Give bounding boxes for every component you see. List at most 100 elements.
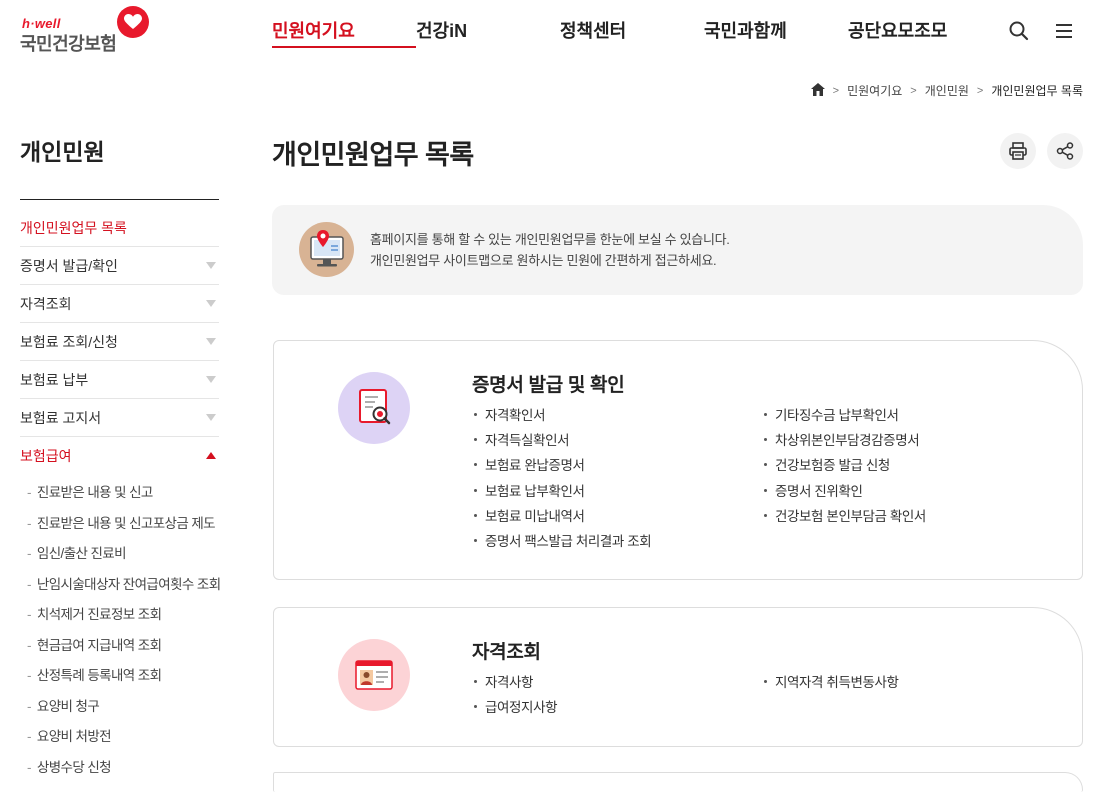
sidebar-nav: 개인민원업무 목록 증명서 발급/확인 자격조회 보험료 조회/신청 보험료 납… [20,209,221,784]
card-link-label: 자격득실확인서 [485,433,570,449]
bullet-dot [474,412,477,416]
card-link[interactable]: 보험료 완납증명서 [472,453,762,478]
sidebar-subitem[interactable]: - 요양비 청구 [20,692,219,723]
dash-bullet: - [27,515,31,531]
breadcrumb-current: 개인민원업무 목록 [991,84,1083,98]
gnb-item-policy-center[interactable]: 정책센터 [560,18,704,48]
card-title: 증명서 발급 및 확인 [472,375,625,396]
sidebar-subitem[interactable]: - 요양비 처방전 [20,722,219,753]
search-icon[interactable] [1008,20,1030,42]
card-link[interactable]: 증명서 진위확인 [762,479,1052,504]
sidebar-subitem-label: 상병수당 신청 [36,759,112,775]
sidebar-item-label: 자격조회 [20,296,72,312]
bullet-dot [474,488,477,492]
gnb-item-about-nhis[interactable]: 공단요모조모 [848,18,968,48]
sidebar-subitem-label: 현금급여 지급내역 조회 [36,637,162,653]
sidebar-subitem[interactable]: - 진료받은 내용 및 신고포상금 제도 [20,509,219,540]
sidebar-item-insurance-benefit[interactable]: 보험급여 [20,437,219,475]
breadcrumb-item[interactable]: 개인민원 [925,82,969,99]
card-link-label: 차상위본인부담경감증명서 [775,433,920,449]
chevron-down-icon [206,338,216,345]
card-link[interactable]: 건강보험 본인부담금 확인서 [762,504,1052,529]
card-link[interactable]: 자격득실확인서 [472,428,762,453]
sidebar-item-premium-inquiry[interactable]: 보험료 조회/신청 [20,323,219,361]
card-link[interactable]: 차상위본인부담경감증명서 [762,428,1052,453]
bullet-dot [474,438,477,442]
document-search-icon [338,372,410,444]
card-link-label: 증명서 진위확인 [775,483,863,499]
print-button[interactable] [1000,133,1036,169]
gnb-item-health-in[interactable]: 건강iN [416,18,560,48]
sidebar-item-premium-notice[interactable]: 보험료 고지서 [20,399,219,437]
sidebar-item-certificate[interactable]: 증명서 발급/확인 [20,247,219,285]
home-icon[interactable] [810,82,825,99]
dash-bullet: - [27,485,31,500]
sidebar-subitem-label: 진료받은 내용 및 신고포상금 제도 [36,515,216,531]
card-link[interactable]: 건강보험증 발급 신청 [762,453,1052,478]
card-link-label: 자격확인서 [485,408,546,423]
card-link[interactable]: 보험료 납부확인서 [472,479,762,504]
sidebar-subitem-label: 산정특례 등록내역 조회 [36,668,162,683]
chevron-down-icon [206,300,216,307]
dash-bullet: - [27,729,31,744]
breadcrumb-item[interactable]: 민원여기요 [847,82,902,99]
id-card-icon [338,639,410,711]
sidebar-subitem[interactable]: - 상병수당 신청 [20,753,219,784]
breadcrumb: > 민원여기요 > 개인민원 > 개인민원업무 목록 [810,82,1083,99]
sidebar-subitem[interactable]: - 치석제거 진료정보 조회 [20,600,219,631]
bullet-dot [474,705,477,709]
sidebar-divider [20,199,219,200]
sidebar-item-premium-payment[interactable]: 보험료 납부 [20,361,219,399]
bullet-dot [474,538,477,542]
card-link[interactable]: 자격확인서 [472,403,762,428]
sidebar-subitem[interactable]: - 진료받은 내용 및 신고 [20,478,219,509]
sidebar-subitem[interactable]: - 난임시술대상자 잔여급여횟수 조회 [20,570,221,601]
dash-bullet: - [27,698,31,714]
category-card-certificate: 증명서 발급 및 확인 자격확인서 자격득실확인서 보험료 완납증명서 보험료 … [273,340,1083,580]
card-link[interactable]: 지역자격 취득변동사항 [762,670,1052,695]
card-link-label: 건강보험증 발급 신청 [775,458,890,474]
card-link[interactable]: 증명서 팩스발급 처리결과 조회 [472,529,762,554]
card-link-label: 급여정지사항 [485,700,558,716]
sidebar-item-civil-service-list[interactable]: 개인민원업무 목록 [20,209,219,247]
sidebar-item-label: 개인민원업무 목록 [20,220,127,236]
bullet-dot [764,463,767,467]
share-icon [1056,142,1074,160]
breadcrumb-separator: > [910,84,917,97]
card-link-column: 지역자격 취득변동사항 [762,670,1052,695]
nhis-logo[interactable]: h·well 국민건강보험 [20,6,160,56]
breadcrumb-separator: > [976,84,984,97]
card-link[interactable]: 자격사항 [472,670,762,695]
sidebar-subitem[interactable]: - 현금급여 지급내역 조회 [20,631,219,662]
chevron-down-icon [206,376,216,383]
logo-name-text: 국민건강보험 [20,34,117,54]
sidebar-subitem[interactable]: - 임신/출산 진료비 [20,539,219,570]
dash-bullet: - [27,607,31,622]
bullet-dot [474,513,477,517]
card-link[interactable]: 급여정지사항 [472,695,762,720]
gnb-item-civil-service[interactable]: 민원여기요 [272,18,416,48]
share-button[interactable] [1047,133,1083,169]
sidebar-item-label: 보험료 납부 [20,372,89,388]
gnb-item-with-citizens[interactable]: 국민과함께 [704,18,848,48]
intro-text: 홈페이지를 통해 할 수 있는 개인민원업무를 한눈에 보실 수 있습니다. 개… [370,229,730,271]
heart-logo-icon [117,6,149,38]
sidebar-item-qualification[interactable]: 자격조회 [20,285,219,323]
bullet-dot [764,438,767,442]
sidebar-title: 개인민원 [20,139,105,165]
sidebar-subitem[interactable]: - 산정특례 등록내역 조회 [20,661,219,692]
card-link-label: 보험료 미납내역서 [485,508,585,524]
monitor-location-icon [299,222,354,277]
sidebar-subitem-label: 요양비 처방전 [36,729,112,744]
dash-bullet: - [27,759,31,775]
chevron-up-icon [206,452,216,459]
hamburger-menu-icon[interactable] [1053,20,1075,42]
breadcrumb-separator: > [832,84,840,97]
card-link[interactable]: 보험료 미납내역서 [472,504,762,529]
card-link-label: 기타징수금 납부확인서 [775,408,899,423]
header: h·well 국민건강보험 민원여기요 건강iN 정책센터 국민과함께 공단요모… [0,0,1107,70]
bullet-dot [764,679,767,683]
card-link[interactable]: 기타징수금 납부확인서 [762,403,1052,428]
sidebar-item-label: 보험료 고지서 [20,410,102,426]
card-link-label: 증명서 팩스발급 처리결과 조회 [485,533,652,549]
